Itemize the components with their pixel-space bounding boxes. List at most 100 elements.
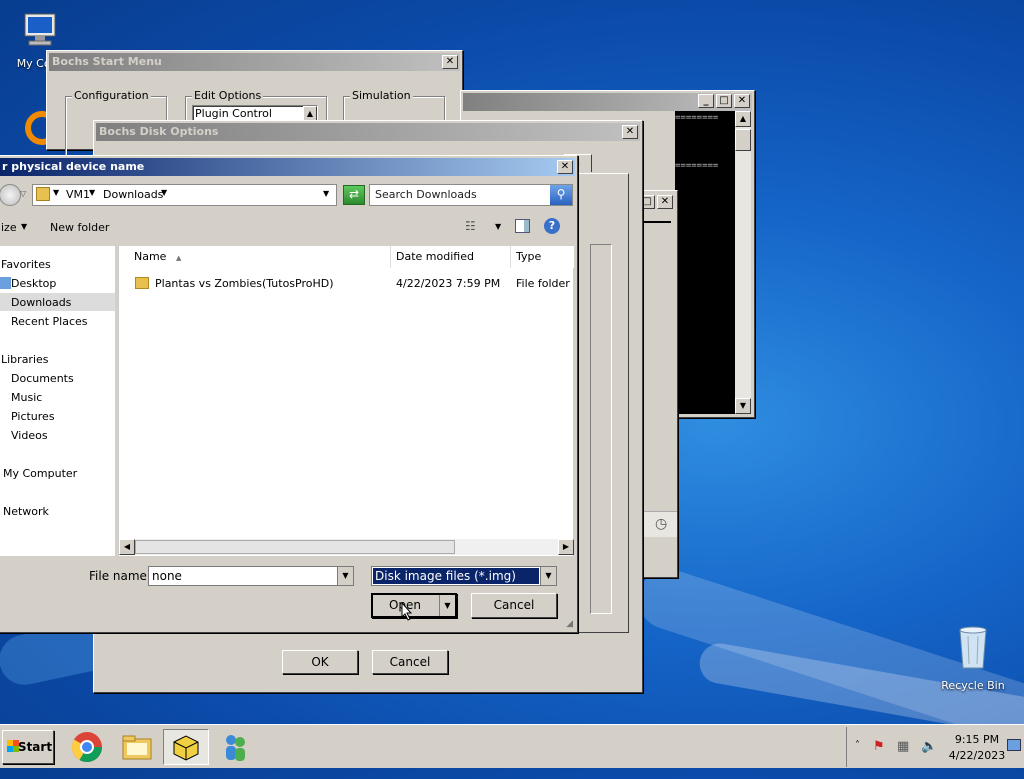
organize-button[interactable]: ize — [1, 221, 17, 234]
address-bar[interactable]: ▼ VM1 ▼ Downloads ▼ ▼ — [32, 184, 337, 206]
desktop-icon-label: Recycle Bin — [941, 679, 1005, 692]
search-box[interactable]: Search Downloads ⚲ — [369, 184, 573, 206]
nav-pictures[interactable]: Pictures — [11, 410, 55, 423]
chevron-down-icon[interactable]: ▼ — [21, 222, 27, 231]
chevron-down-icon[interactable]: ▼ — [53, 188, 59, 197]
taskbar: Start ˄ ⚑ ▦ 🔈 9:15 PM 4/22/2023 — [0, 724, 1024, 768]
clock-icon[interactable]: ◷ — [655, 516, 667, 532]
maximize-button[interactable]: □ — [716, 94, 732, 108]
refresh-icon[interactable]: ⇄ — [343, 185, 365, 205]
filename-input[interactable]: none — [152, 569, 182, 583]
taskbar-messenger[interactable] — [212, 729, 258, 765]
cancel-button[interactable]: Cancel — [372, 650, 448, 674]
folder-icon — [36, 187, 50, 201]
minimize-button[interactable]: _ — [698, 94, 714, 108]
new-folder-button[interactable]: New folder — [50, 221, 109, 234]
console-output: ======== ======== — [675, 111, 735, 414]
help-icon[interactable]: ? — [544, 218, 560, 234]
chevron-down-icon[interactable]: ▼ — [495, 222, 501, 231]
history-dropdown-icon[interactable]: ▽ — [20, 189, 26, 198]
messenger-icon — [226, 735, 245, 761]
action-center-icon[interactable]: ⚑ — [873, 739, 885, 754]
chevron-down-icon[interactable]: ▼ — [540, 567, 556, 585]
clock-date[interactable]: 4/22/2023 — [947, 749, 1007, 762]
taskbar-explorer[interactable] — [114, 729, 160, 765]
close-button[interactable]: ✕ — [657, 195, 673, 209]
taskbar-bochs[interactable] — [163, 729, 209, 765]
nav-documents[interactable]: Documents — [11, 372, 74, 385]
desktop-icon — [0, 277, 11, 289]
mouse-cursor-icon — [401, 602, 413, 621]
explorer-icon — [122, 735, 152, 760]
back-button[interactable] — [0, 184, 21, 206]
chevron-down-icon[interactable]: ▼ — [89, 188, 95, 197]
scroll-left-arrow[interactable]: ◀ — [119, 539, 135, 555]
clock-time[interactable]: 9:15 PM — [947, 733, 1007, 746]
start-button[interactable]: Start — [2, 730, 54, 764]
file-name[interactable]: Plantas vs Zombies(TutosProHD) — [155, 277, 334, 290]
group-label: Configuration — [72, 89, 151, 102]
taskbar-chrome[interactable] — [64, 729, 110, 765]
column-header-name[interactable]: Name ▲ — [119, 246, 391, 268]
column-header-type[interactable]: Type — [511, 246, 574, 268]
network-icon[interactable]: ▦ — [897, 739, 909, 754]
nav-favorites[interactable]: Favorites — [1, 258, 51, 271]
window-title: Bochs Disk Options — [96, 123, 640, 141]
recycle-bin-icon — [959, 626, 987, 669]
nav-music[interactable]: Music — [11, 391, 42, 404]
search-icon[interactable]: ⚲ — [550, 185, 572, 205]
scroll-thumb[interactable] — [135, 540, 455, 554]
command-bar: ize ▼ New folder ☷ ▼ ? — [0, 214, 575, 242]
scroll-right-arrow[interactable]: ▶ — [558, 539, 574, 555]
close-button[interactable]: ✕ — [442, 55, 458, 69]
preview-pane-icon[interactable] — [515, 219, 530, 233]
view-options-icon[interactable]: ☷ — [465, 219, 476, 233]
desktop-icon-recycle-bin[interactable]: Recycle Bin — [938, 624, 1008, 692]
column-header-date[interactable]: Date modified — [391, 246, 511, 268]
nav-my-computer[interactable]: My Computer — [3, 467, 77, 480]
file-type-value[interactable]: Disk image files (*.img) — [373, 568, 539, 584]
scroll-down-arrow[interactable]: ▼ — [735, 398, 751, 414]
filename-field[interactable]: none ▼ — [148, 566, 354, 586]
navigation-pane: Favorites Desktop Downloads Recent Place… — [0, 246, 115, 556]
divider — [641, 221, 671, 223]
nav-downloads[interactable]: Downloads — [11, 296, 71, 309]
search-input[interactable]: Search Downloads — [375, 188, 477, 201]
file-list: Name ▲ Date modified Type Plantas vs Zom… — [118, 246, 574, 556]
scroll-up-arrow[interactable]: ▲ — [735, 111, 751, 127]
show-desktop-icon[interactable] — [1007, 739, 1021, 751]
nav-libraries[interactable]: Libraries — [1, 353, 49, 366]
filename-label: File name: — [89, 569, 151, 583]
chrome-icon — [71, 732, 102, 763]
show-hidden-icons[interactable]: ˄ — [855, 740, 860, 751]
horizontal-scrollbar[interactable]: ◀ ▶ — [119, 539, 574, 555]
breadcrumb-downloads[interactable]: Downloads — [103, 188, 163, 201]
scroll-thumb[interactable] — [735, 129, 751, 151]
file-open-dialog: r physical device name ✕ ▽ ▼ VM1 ▼ Downl… — [0, 155, 578, 633]
group-label: Edit Options — [192, 89, 264, 102]
nav-recent-places[interactable]: Recent Places — [11, 315, 88, 328]
close-button[interactable]: ✕ — [622, 125, 638, 139]
nav-network[interactable]: Network — [3, 505, 49, 518]
resize-grip-icon[interactable]: ◢ — [566, 619, 573, 629]
volume-muted-icon[interactable]: 🔈 — [921, 739, 937, 754]
chevron-down-icon[interactable]: ▼ — [161, 188, 167, 197]
close-button[interactable]: ✕ — [734, 94, 750, 108]
nav-downloads-row[interactable]: Downloads — [0, 293, 115, 311]
list-item[interactable]: Plugin Control — [195, 107, 272, 120]
window-title: Bochs Start Menu — [49, 53, 460, 71]
address-dropdown-icon[interactable]: ▼ — [323, 189, 329, 198]
chevron-down-icon[interactable]: ▼ — [337, 567, 353, 585]
console-scrollbar[interactable]: ▲ ▼ — [735, 111, 751, 414]
console-line: ======== — [675, 161, 719, 171]
nav-videos[interactable]: Videos — [11, 429, 48, 442]
nav-desktop[interactable]: Desktop — [11, 277, 56, 290]
breadcrumb-vm1[interactable]: VM1 — [66, 188, 90, 201]
file-type-select[interactable]: Disk image files (*.img) ▼ — [371, 566, 557, 586]
ok-button[interactable]: OK — [282, 650, 358, 674]
file-date: 4/22/2023 7:59 PM — [396, 277, 501, 290]
cancel-button[interactable]: Cancel — [471, 593, 557, 618]
file-row[interactable]: Plantas vs Zombies(TutosProHD) 4/22/2023… — [119, 274, 574, 294]
close-button[interactable]: ✕ — [557, 160, 573, 174]
open-dropdown-icon[interactable]: ▼ — [439, 595, 455, 616]
